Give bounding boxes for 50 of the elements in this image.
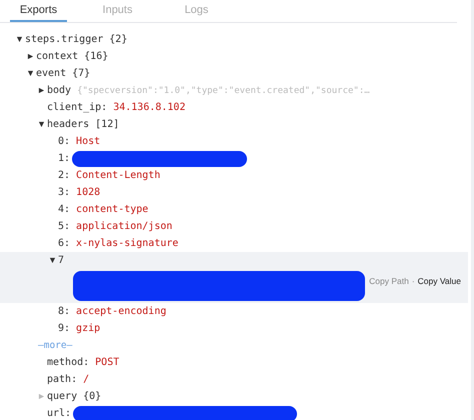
tab[interactable]: Inputs [89, 0, 146, 22]
tree-value: POST [95, 357, 120, 368]
tree-value: accept-encoding [76, 306, 166, 317]
tree-key: 0: [58, 136, 70, 147]
caret-icon[interactable] [16, 36, 23, 43]
tree-key: method: [47, 357, 90, 368]
caret-icon[interactable] [27, 70, 34, 77]
tree-value: Host [76, 136, 100, 147]
tree-value: / [83, 374, 90, 385]
caret-icon[interactable] [27, 53, 34, 60]
tree-key: 4: [58, 204, 70, 215]
value-preview: {"specversion":"1.0","type":"event.created","source":… [77, 86, 370, 96]
tree-value: 1028 [76, 187, 100, 198]
copy-link[interactable]: Copy Path [369, 276, 409, 286]
tree-key: 6: [58, 238, 70, 249]
copy-link[interactable]: Copy Value [418, 276, 461, 286]
tree-value: gzip [76, 323, 100, 334]
separator-dot: · [412, 276, 415, 286]
tree-key: url: [47, 408, 72, 419]
tab[interactable]: Exports [10, 0, 67, 22]
caret-icon[interactable] [38, 121, 45, 128]
tree-key: headers [47, 119, 90, 130]
tree-key: 5: [58, 221, 70, 232]
tree-key: 9: [58, 323, 70, 334]
tab[interactable]: Logs [168, 0, 225, 22]
caret-icon[interactable] [49, 257, 56, 264]
tree-key: query [47, 391, 78, 402]
tree-key: 1: [58, 153, 70, 164]
tree-value: application/json [76, 221, 172, 232]
item-count: {2} [109, 34, 128, 45]
tree-value: x-nylas-signature [76, 238, 178, 249]
tree-key: client_ip: [47, 102, 108, 113]
item-count: {0} [83, 391, 102, 402]
more-link[interactable]: —more— [38, 340, 72, 351]
tree-value: content-type [76, 204, 148, 215]
tree-key: body [47, 85, 72, 96]
caret-icon[interactable] [38, 87, 45, 94]
item-count: {16} [84, 51, 108, 62]
item-count: [12] [95, 119, 120, 130]
tree-key: path: [47, 374, 78, 385]
item-count: {7} [72, 68, 90, 79]
tree-key: 2: [58, 170, 70, 181]
tree-key: context [36, 51, 78, 62]
tree-key: 3: [58, 187, 70, 198]
tree-key: 8: [58, 306, 70, 317]
tree-key: event [36, 68, 66, 79]
tree-key: steps.trigger [25, 34, 104, 45]
tree-value: 34.136.8.102 [113, 102, 186, 113]
tree-key: 7 [58, 255, 64, 266]
tree-value: Content-Length [76, 170, 160, 181]
